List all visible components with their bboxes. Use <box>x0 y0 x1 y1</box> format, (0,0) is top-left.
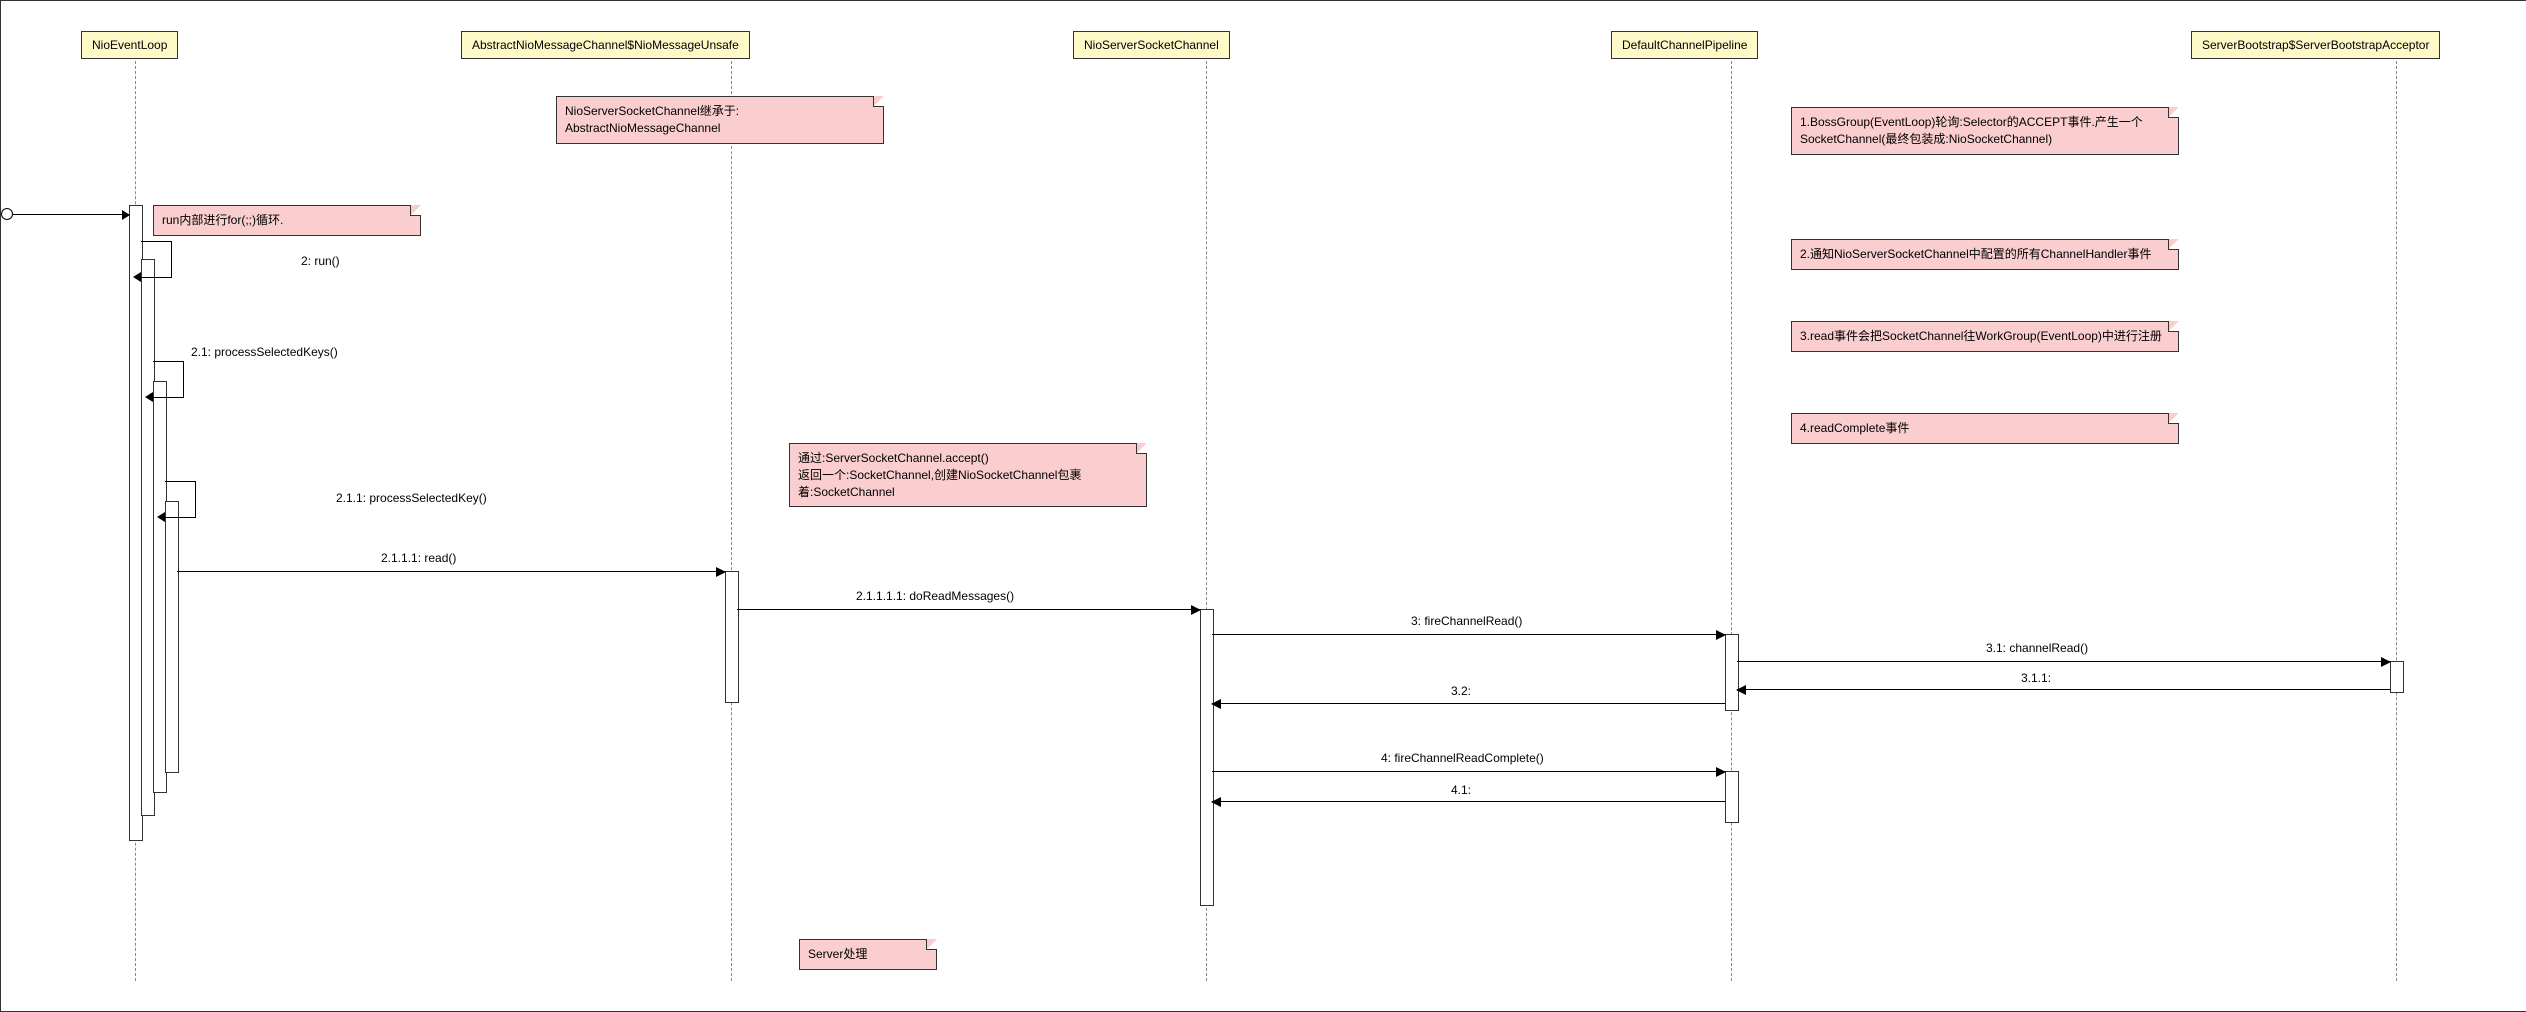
participant-nioeventloop: NioEventLoop <box>81 31 178 59</box>
message-return-41: 4.1: <box>1451 783 1471 797</box>
note-inheritance: NioServerSocketChannel继承于: AbstractNioMe… <box>556 96 884 144</box>
lifeline <box>2396 61 2397 981</box>
lifeline <box>1731 61 1732 981</box>
arrow <box>1212 634 1725 635</box>
message-process-selected-keys: 2.1: processSelectedKeys() <box>191 345 338 359</box>
message-do-read-messages: 2.1.1.1.1: doReadMessages() <box>856 589 1014 603</box>
message-fire-channel-read: 3: fireChannelRead() <box>1411 614 1522 628</box>
found-message-arrow <box>7 214 129 215</box>
participant-label: ServerBootstrap$ServerBootstrapAcceptor <box>2202 38 2429 52</box>
arrow <box>1737 661 2390 662</box>
message-channel-read: 3.1: channelRead() <box>1986 641 2088 655</box>
arrow <box>177 571 725 572</box>
arrow <box>1212 771 1725 772</box>
participant-label: NioServerSocketChannel <box>1084 38 1219 52</box>
note-run-loop: run内部进行for(;;)循环. <box>153 205 421 236</box>
participant-nio-message-unsafe: AbstractNioMessageChannel$NioMessageUnsa… <box>461 31 750 59</box>
participant-label: AbstractNioMessageChannel$NioMessageUnsa… <box>472 38 739 52</box>
message-return-311: 3.1.1: <box>2021 671 2051 685</box>
note-step2: 2.通知NioServerSocketChannel中配置的所有ChannelH… <box>1791 239 2179 270</box>
selfcall-arrow <box>141 241 172 278</box>
selfcall-arrow <box>165 481 196 518</box>
activation-bar <box>1725 771 1739 823</box>
selfcall-arrow <box>153 361 184 398</box>
note-step4: 4.readComplete事件 <box>1791 413 2179 444</box>
note-step1: 1.BossGroup(EventLoop)轮询:Selector的ACCEPT… <box>1791 107 2179 155</box>
note-server-process: Server处理 <box>799 939 937 970</box>
arrow <box>1737 689 2390 690</box>
sequence-diagram: NioEventLoop AbstractNioMessageChannel$N… <box>0 0 2526 1012</box>
participant-nio-server-socket-channel: NioServerSocketChannel <box>1073 31 1230 59</box>
participant-label: DefaultChannelPipeline <box>1622 38 1747 52</box>
arrow <box>737 609 1200 610</box>
message-process-selected-key: 2.1.1: processSelectedKey() <box>336 491 487 505</box>
participant-server-bootstrap-acceptor: ServerBootstrap$ServerBootstrapAcceptor <box>2191 31 2440 59</box>
message-read: 2.1.1.1: read() <box>381 551 456 565</box>
activation-bar <box>1725 634 1739 711</box>
participant-default-channel-pipeline: DefaultChannelPipeline <box>1611 31 1758 59</box>
participant-label: NioEventLoop <box>92 38 167 52</box>
activation-bar <box>165 501 179 773</box>
activation-bar <box>2390 661 2404 693</box>
lifeline <box>731 61 732 981</box>
found-message-origin <box>1 208 13 220</box>
activation-bar <box>725 571 739 703</box>
arrow <box>1212 703 1725 704</box>
message-fire-channel-read-complete: 4: fireChannelReadComplete() <box>1381 751 1544 765</box>
activation-bar <box>1200 609 1214 906</box>
note-accept: 通过:ServerSocketChannel.accept() 返回一个:Soc… <box>789 443 1147 507</box>
message-run: 2: run() <box>301 254 340 268</box>
arrow <box>1212 801 1725 802</box>
message-return-32: 3.2: <box>1451 684 1471 698</box>
note-step3: 3.read事件会把SocketChannel往WorkGroup(EventL… <box>1791 321 2179 352</box>
